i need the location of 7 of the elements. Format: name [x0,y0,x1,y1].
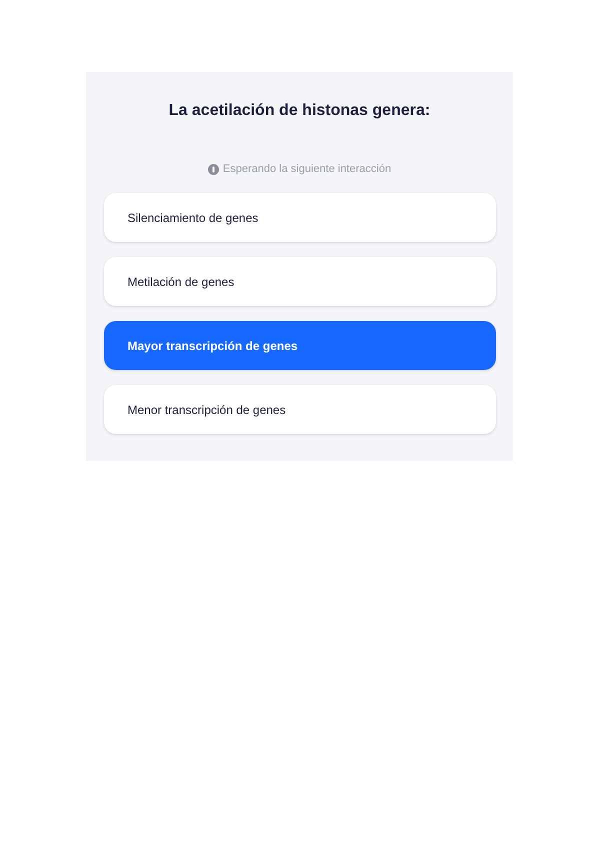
answer-option[interactable]: Mayor transcripción de genes [104,321,496,370]
answer-option[interactable]: Menor transcripción de genes [104,385,496,434]
status-text: Esperando la siguiente interacción [222,162,392,177]
answer-option[interactable]: Silenciamiento de genes [104,193,496,242]
question-title: La acetilación de histonas genera: [168,101,430,121]
answer-option[interactable]: Metilación de genes [104,257,496,306]
status-icon [208,164,219,174]
